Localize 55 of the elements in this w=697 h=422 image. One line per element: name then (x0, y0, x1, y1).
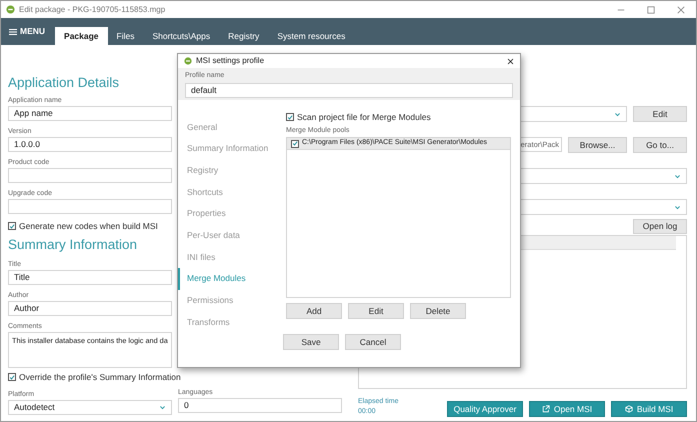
action-button[interactable]: Quality Approver (447, 401, 523, 417)
platform-dropdown[interactable]: Autodetect (8, 400, 172, 415)
text-field[interactable]: Title (8, 270, 172, 285)
checkbox[interactable] (8, 373, 16, 381)
checkbox-label: Override the profile's Summary Information (19, 370, 181, 384)
checkbox-label: Scan project file for Merge Modules (297, 110, 431, 124)
tab[interactable]: Package (55, 27, 108, 45)
section-heading: Summary Information (8, 236, 138, 254)
text-field[interactable] (8, 199, 172, 214)
checkbox[interactable] (291, 140, 299, 148)
window-title: Edit package - PKG-190705-115853.mgp (19, 4, 166, 16)
dropdown-value: Autodetect (14, 401, 55, 414)
text-field[interactable]: App name (8, 106, 172, 121)
languages-field[interactable]: 0 (178, 398, 342, 413)
go-to-button[interactable]: Go to... (633, 137, 687, 153)
open-log-button[interactable]: Open log (633, 219, 687, 234)
close-icon (507, 58, 514, 65)
action-button[interactable]: Open MSI (529, 401, 605, 417)
checkbox[interactable] (8, 222, 16, 230)
tab[interactable]: System resources (268, 27, 354, 45)
chevron-icon (674, 204, 681, 210)
chevron-icon (674, 172, 681, 180)
list-button[interactable]: Add (286, 303, 342, 320)
check-icon (292, 140, 298, 148)
text-field[interactable]: 1.0.0.0 (8, 137, 172, 152)
tab[interactable]: Files (108, 27, 144, 45)
dialog-button[interactable]: Save (283, 334, 339, 350)
external-link-icon (542, 405, 550, 413)
maximize-icon (647, 6, 655, 14)
cube-icon (624, 405, 633, 413)
close-icon (677, 6, 685, 14)
edit-button[interactable]: Edit (633, 106, 687, 122)
action-button[interactable]: Build MSI (611, 401, 687, 417)
list-button[interactable]: Edit (348, 303, 404, 320)
app-icon (184, 57, 192, 66)
chevron-icon (159, 404, 166, 411)
dialog-button[interactable]: Cancel (345, 334, 401, 350)
check-icon (9, 222, 15, 230)
menu-button[interactable]: MENU (9, 18, 46, 45)
menu-icon (9, 28, 17, 36)
list-button[interactable]: Delete (410, 303, 466, 320)
chevron-icon (614, 110, 621, 118)
profile-name-field[interactable]: default (185, 83, 513, 98)
checkbox-label: Generate new codes when build MSI (19, 220, 158, 232)
section-heading: Application Details (8, 74, 120, 92)
dialog-title: MSI settings profile (196, 55, 266, 68)
checkbox[interactable] (286, 113, 294, 122)
text-field[interactable] (8, 168, 172, 183)
tab[interactable]: Shortcuts\Apps (143, 27, 220, 45)
tab[interactable]: Registry (219, 27, 268, 45)
check-icon (9, 374, 15, 380)
text-field[interactable]: Author (8, 301, 172, 316)
browse-button[interactable]: Browse... (568, 137, 627, 153)
app-icon (6, 5, 15, 14)
check-icon (287, 114, 293, 121)
